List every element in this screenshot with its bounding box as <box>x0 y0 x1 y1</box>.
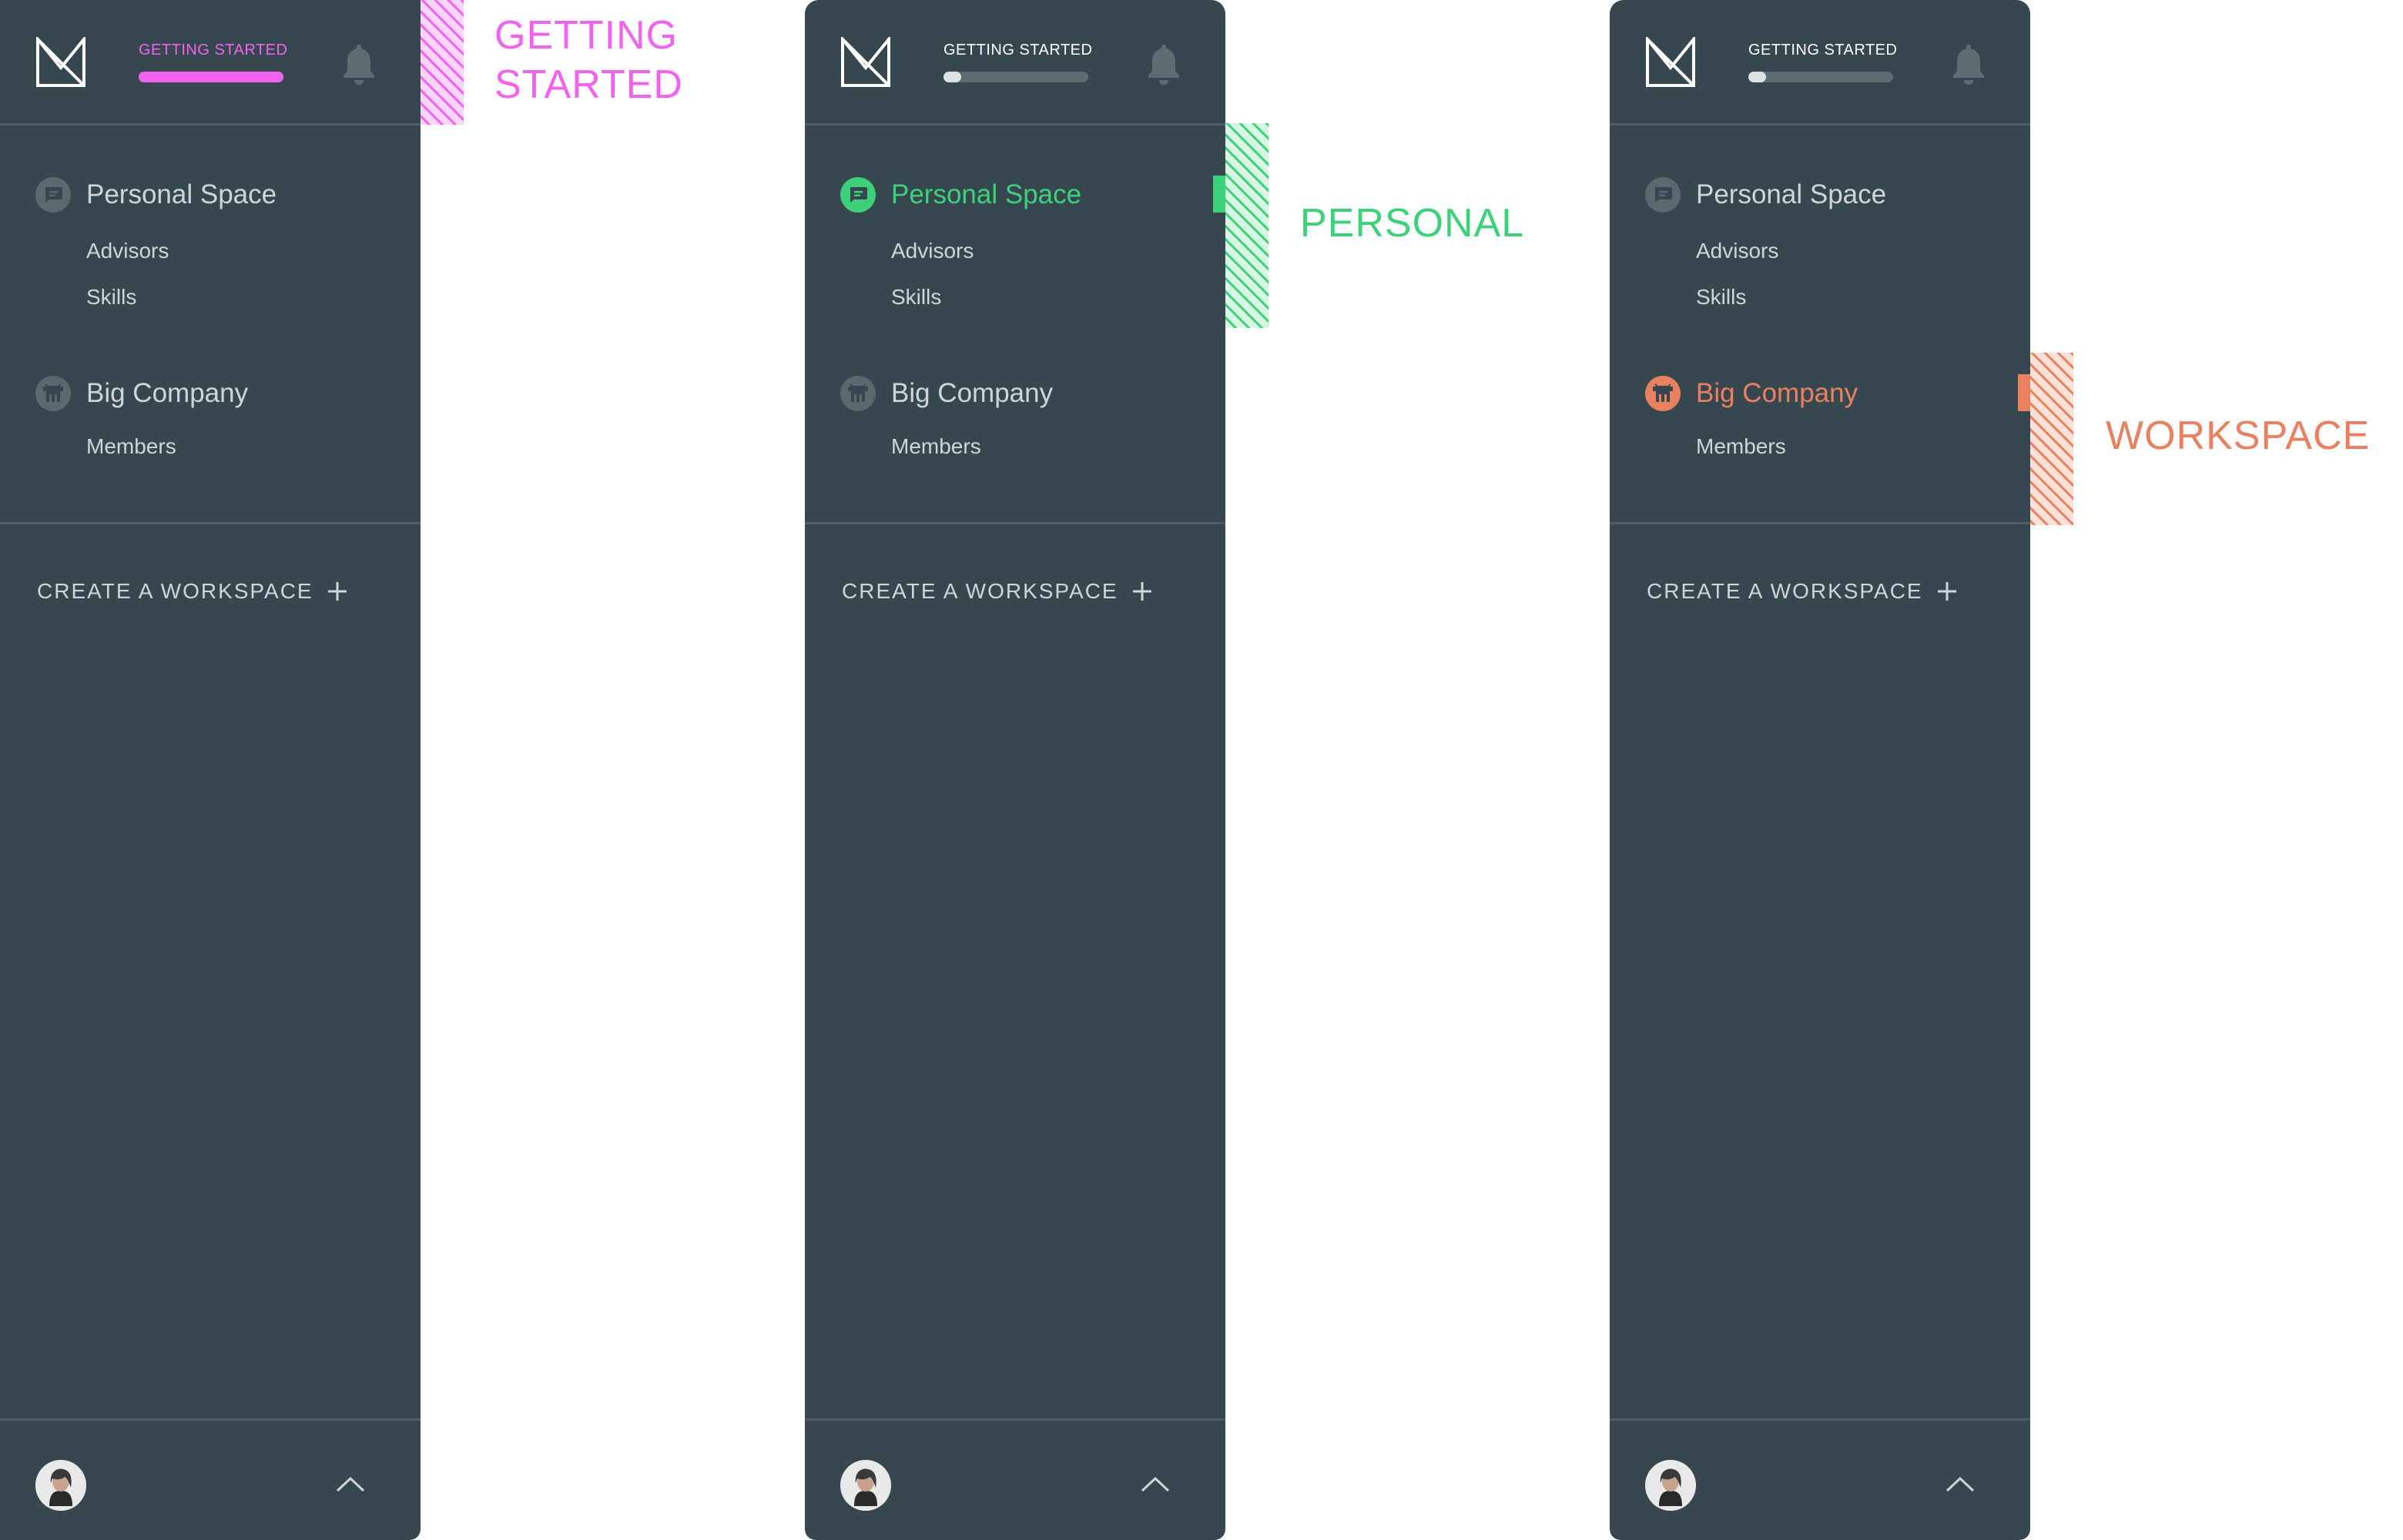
sidebar-item-skills[interactable]: Skills <box>1696 285 1886 310</box>
create-workspace-button[interactable]: CREATE A WORKSPACE <box>37 579 347 604</box>
sidebar-header: GETTING STARTED <box>0 0 421 125</box>
section-divider <box>805 522 1225 524</box>
getting-started-progress[interactable]: GETTING STARTED <box>1748 42 1898 82</box>
callout-line-1: GETTING <box>494 13 679 58</box>
getting-started-progress[interactable]: GETTING STARTED <box>139 42 288 82</box>
progress-fill <box>139 72 283 82</box>
create-workspace-label: CREATE A WORKSPACE <box>1647 579 1923 603</box>
workspace-title: Big Company <box>891 378 1054 408</box>
sidebar-item-members[interactable]: Members <box>86 434 248 459</box>
progress-fill <box>943 72 961 82</box>
chat-icon <box>35 177 71 213</box>
plus-icon <box>327 582 347 601</box>
workspace-item[interactable]: Big Company <box>840 374 1053 413</box>
sidebar-header: GETTING STARTED <box>1610 0 2030 125</box>
personal-space-title: Personal Space <box>1696 179 1887 209</box>
workspace-hatch-marker <box>2030 353 2073 525</box>
chat-icon <box>1645 177 1681 213</box>
personal-space-group: Personal Space Advisors Skills <box>1645 176 1886 310</box>
sidebar-item-advisors[interactable]: Advisors <box>1696 239 1886 263</box>
sidebar-header: GETTING STARTED <box>805 0 1225 125</box>
personal-space-group: Personal Space Advisors Skills <box>35 176 276 310</box>
bell-icon[interactable] <box>1949 42 1989 86</box>
company-icon <box>1645 376 1681 411</box>
header-divider <box>1610 123 2030 126</box>
progress-bar <box>1748 72 1893 82</box>
m-logo-icon[interactable] <box>35 37 86 88</box>
personal-space-group: Personal Space Advisors Skills <box>840 176 1081 310</box>
personal-space-item[interactable]: Personal Space <box>35 176 276 214</box>
workspace-group: Big Company Members <box>840 374 1053 459</box>
progress-bar <box>139 72 283 82</box>
sidebar-workspace-variant: GETTING STARTED Personal Space Advisors … <box>1610 0 2030 1540</box>
callout-line-1: PERSONAL <box>1300 201 1525 246</box>
chat-icon <box>840 177 876 213</box>
footer-divider <box>805 1418 1225 1421</box>
sidebar-getting-started-variant: GETTING STARTED Personal Space Advisors … <box>0 0 421 1540</box>
footer-divider <box>1610 1418 2030 1421</box>
progress-bar <box>943 72 1088 82</box>
chevron-up-icon[interactable] <box>1139 1474 1171 1495</box>
getting-started-label: GETTING STARTED <box>139 42 288 59</box>
chevron-up-icon[interactable] <box>1944 1474 1976 1495</box>
getting-started-label: GETTING STARTED <box>943 42 1093 59</box>
progress-fill <box>1748 72 1766 82</box>
bell-icon[interactable] <box>339 42 379 86</box>
footer-divider <box>0 1418 421 1421</box>
header-divider <box>0 123 421 126</box>
personal-callout: PERSONAL <box>1300 199 1524 248</box>
personal-hatch-marker <box>1225 123 1269 328</box>
avatar[interactable] <box>1645 1460 1696 1511</box>
chevron-up-icon[interactable] <box>334 1474 367 1495</box>
create-workspace-label: CREATE A WORKSPACE <box>842 579 1118 603</box>
m-logo-icon[interactable] <box>1645 37 1696 88</box>
sidebar-item-skills[interactable]: Skills <box>891 285 1081 310</box>
workspace-item[interactable]: Big Company <box>35 374 248 413</box>
header-divider <box>805 123 1225 126</box>
create-workspace-button[interactable]: CREATE A WORKSPACE <box>1647 579 1957 604</box>
workspace-callout: WORKSPACE <box>2106 411 2370 460</box>
personal-space-item[interactable]: Personal Space <box>840 176 1081 214</box>
active-indicator <box>1213 176 1225 213</box>
workspace-group: Big Company Members <box>35 374 248 459</box>
sidebar-personal-variant: GETTING STARTED Personal Space Advisors … <box>805 0 1225 1540</box>
plus-icon <box>1132 582 1151 601</box>
company-icon <box>840 376 876 411</box>
personal-space-item[interactable]: Personal Space <box>1645 176 1886 214</box>
callout-line-2: STARTED <box>494 62 683 107</box>
personal-space-title: Personal Space <box>86 179 277 209</box>
callout-line-1: WORKSPACE <box>2106 413 2371 458</box>
sidebar-item-members[interactable]: Members <box>1696 434 1858 459</box>
getting-started-progress[interactable]: GETTING STARTED <box>943 42 1093 82</box>
create-workspace-button[interactable]: CREATE A WORKSPACE <box>842 579 1152 604</box>
company-icon <box>35 376 71 411</box>
avatar[interactable] <box>35 1460 86 1511</box>
create-workspace-label: CREATE A WORKSPACE <box>37 579 313 603</box>
personal-space-title: Personal Space <box>891 179 1082 209</box>
workspace-title: Big Company <box>1696 378 1858 408</box>
section-divider <box>0 522 421 524</box>
bell-icon[interactable] <box>1144 42 1184 86</box>
sidebar-item-skills[interactable]: Skills <box>86 285 276 310</box>
sidebar-item-members[interactable]: Members <box>891 434 1053 459</box>
getting-started-callout: GETTING STARTED <box>494 11 683 109</box>
workspace-group: Big Company Members <box>1645 374 1858 459</box>
sidebar-item-advisors[interactable]: Advisors <box>891 239 1081 263</box>
m-logo-icon[interactable] <box>840 37 891 88</box>
sidebar-item-advisors[interactable]: Advisors <box>86 239 276 263</box>
workspace-title: Big Company <box>86 378 249 408</box>
avatar[interactable] <box>840 1460 891 1511</box>
workspace-item[interactable]: Big Company <box>1645 374 1858 413</box>
section-divider <box>1610 522 2030 524</box>
plus-icon <box>1937 582 1956 601</box>
getting-started-label: GETTING STARTED <box>1748 42 1898 59</box>
getting-started-hatch-marker <box>421 0 464 125</box>
active-indicator <box>2018 374 2030 411</box>
